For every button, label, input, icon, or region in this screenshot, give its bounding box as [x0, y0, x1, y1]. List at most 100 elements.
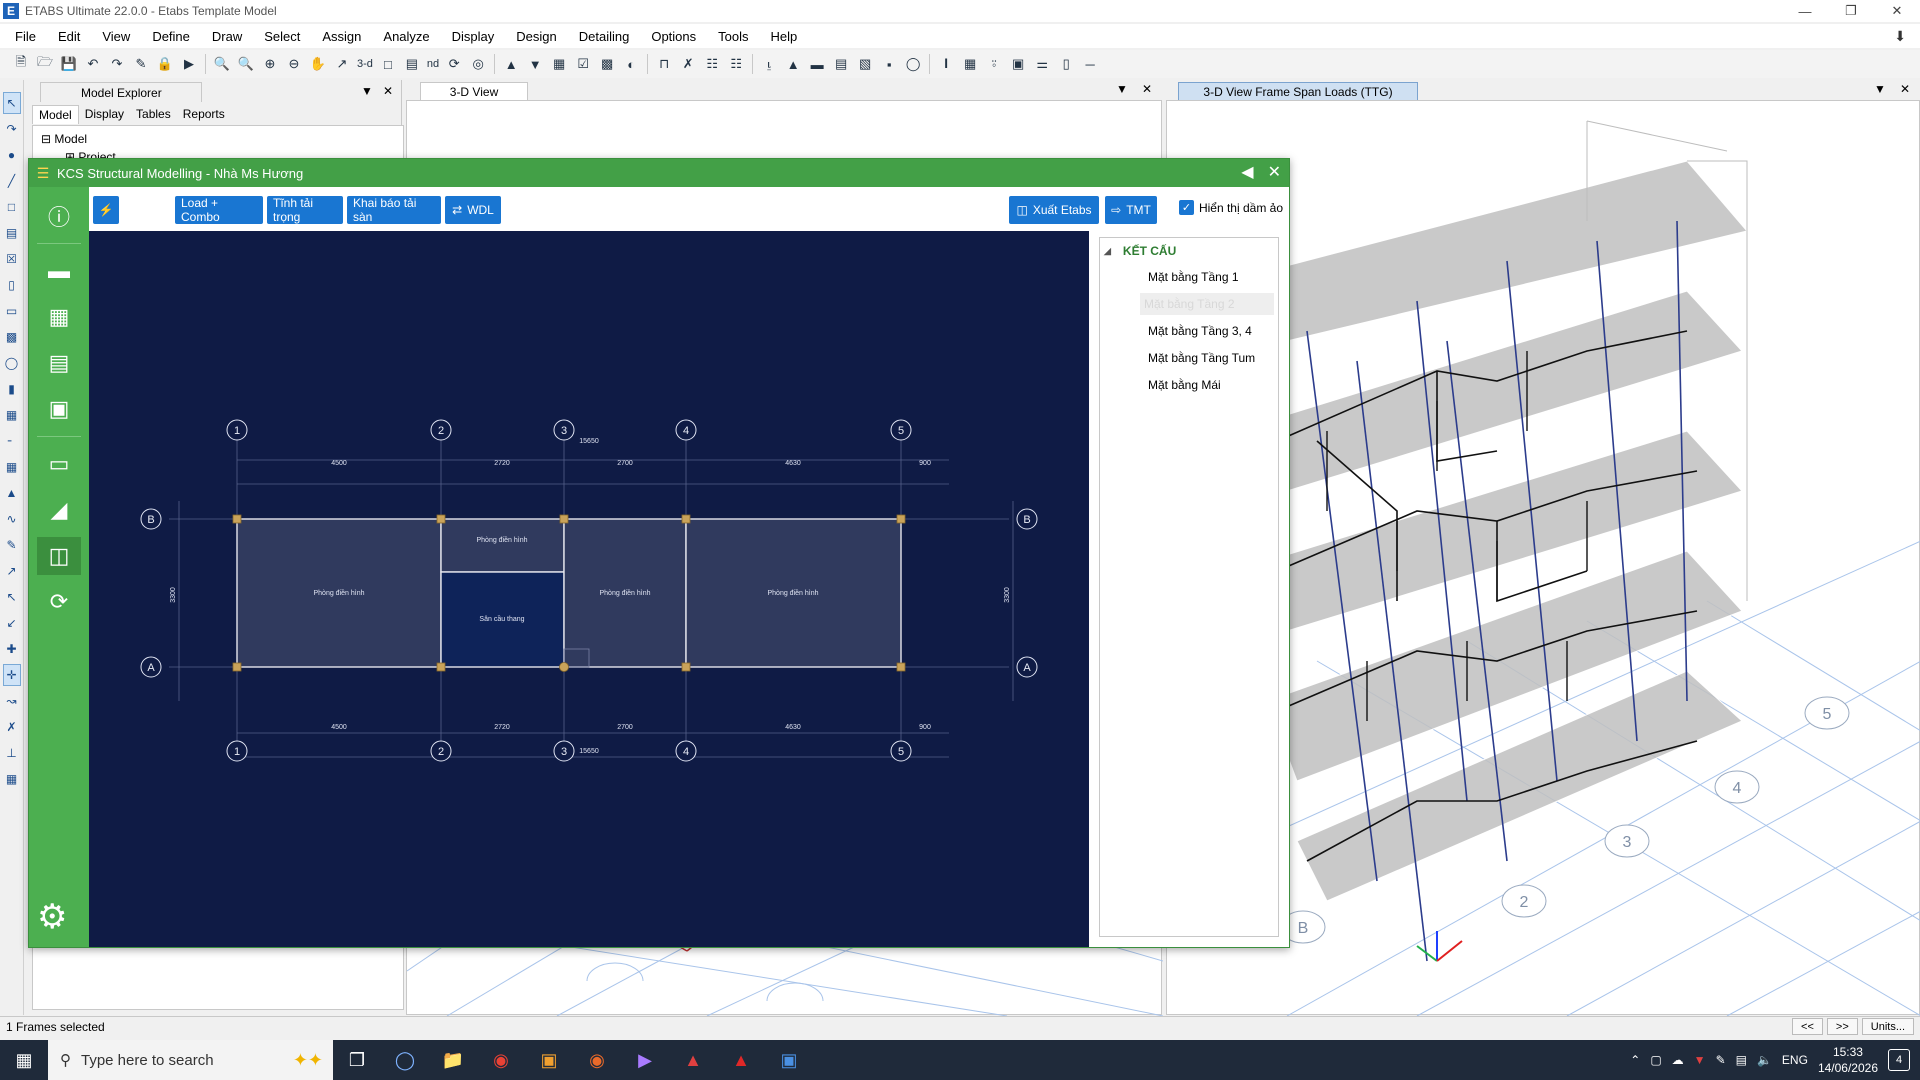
draw-dimension-icon[interactable]: ▪ [878, 53, 900, 75]
tree-item-floor[interactable]: Mặt bằng Tầng 3, 4 [1144, 320, 1274, 342]
draw-opening-left-icon[interactable]: ▦ [3, 404, 21, 426]
open-model-icon[interactable]: 🗁 [34, 53, 56, 75]
draw-beams-icon[interactable]: ☷ [725, 53, 747, 75]
windows-start-icon[interactable]: ▦ [0, 1040, 48, 1080]
draw-curve-icon[interactable]: ∿ [3, 508, 21, 530]
snap-intersection-icon[interactable]: ✛ [2, 664, 21, 686]
tray-app-icon[interactable]: ▢ [1650, 1053, 1661, 1067]
snap-perpendicular-icon[interactable]: ⊥ [3, 742, 21, 764]
reshape-icon[interactable]: ↷ [3, 118, 21, 140]
display-options-icon[interactable]: ◐ [620, 53, 642, 75]
menu-define[interactable]: Define [141, 29, 201, 44]
floor-plan-canvas[interactable]: Phòng điền hình Phòng điền hình Sân cầu … [89, 231, 1089, 947]
zoom-restore-icon[interactable]: 🔍 [235, 53, 257, 75]
menu-help[interactable]: Help [760, 29, 809, 44]
perspective-icon[interactable]: ◎ [467, 53, 489, 75]
view-dropdown-icon[interactable]: ▼ [1116, 82, 1128, 96]
clock[interactable]: 15:33 14/06/2026 [1818, 1044, 1878, 1076]
prev-button[interactable]: << [1792, 1018, 1823, 1035]
checkbox-checked-icon[interactable]: ✓ [1178, 200, 1194, 215]
move-up-icon[interactable]: ▲ [500, 53, 522, 75]
tree-root-ket-cau[interactable]: ◢ KẾT CẤU [1104, 244, 1274, 258]
snap-grid-icon[interactable]: ▦ [3, 768, 21, 790]
quick-draw-icon[interactable]: ✗ [677, 53, 699, 75]
next-button[interactable]: >> [1826, 1018, 1858, 1035]
draw-dimension-left-icon[interactable]: ✎ [3, 534, 21, 556]
show-forces-icon[interactable]: ─ [1079, 53, 1101, 75]
load-pattern-icon[interactable]: ⍤ [983, 53, 1005, 75]
composite-design-icon[interactable]: ▯ [1055, 53, 1077, 75]
draw-grid-icon[interactable]: ▦ [3, 456, 21, 478]
pointer-icon[interactable]: ↗ [331, 53, 353, 75]
menu-draw[interactable]: Draw [201, 29, 253, 44]
frame-section-icon[interactable]: ▦ [959, 53, 981, 75]
language-indicator[interactable]: ENG [1782, 1053, 1808, 1067]
select-pointer-icon[interactable]: ↖ [2, 92, 21, 114]
tab-3d-frame-span-loads[interactable]: 3-D View Frame Span Loads (TTG) [1178, 82, 1418, 100]
app-icon-sphere[interactable]: ◉ [573, 1040, 621, 1080]
floors-icon[interactable]: ▤ [37, 344, 81, 382]
move-down-icon[interactable]: ▼ [524, 53, 546, 75]
lightning-button[interactable]: ⚡ [93, 196, 119, 224]
khai-bao-tai-san-button[interactable]: Khai báo tải sàn [347, 196, 441, 224]
menu-assign[interactable]: Assign [311, 29, 372, 44]
settings-gear-icon[interactable]: ⚙ [37, 897, 67, 937]
redo-icon[interactable]: ↷ [106, 53, 128, 75]
load-combo-button[interactable]: Load + Combo [175, 196, 263, 224]
layout-icon[interactable]: ▣ [37, 390, 81, 428]
tree-item-floor-selected[interactable]: Mặt bằng Tầng 2 [1140, 293, 1274, 315]
slab-icon[interactable]: ▬ [37, 252, 81, 290]
menu-display[interactable]: Display [441, 29, 506, 44]
menu-analyze[interactable]: Analyze [372, 29, 440, 44]
draw-floor-icon[interactable]: ▬ [806, 53, 828, 75]
menu-select[interactable]: Select [253, 29, 311, 44]
kcs-close-icon[interactable]: ✕ [1268, 162, 1281, 182]
view-right-dropdown-icon[interactable]: ▼ [1874, 82, 1886, 96]
tinh-tai-trong-button[interactable]: Tĩnh tải trọng [267, 196, 343, 224]
info-icon[interactable]: ⓘ [37, 197, 81, 235]
plan-view-icon[interactable]: □ [377, 53, 399, 75]
menu-file[interactable]: File [4, 29, 47, 44]
pan-icon[interactable]: ✋ [307, 53, 329, 75]
tmt-button[interactable]: ⇨ TMT [1105, 196, 1157, 224]
draw-frame-left-icon[interactable]: □ [3, 196, 21, 218]
draw-columns-icon[interactable]: ☷ [701, 53, 723, 75]
tray-chevron-icon[interactable]: ⌃ [1630, 1053, 1640, 1067]
lock-icon[interactable]: 🔒 [154, 53, 176, 75]
close-icon[interactable]: ✕ [1874, 0, 1920, 22]
draw-area-icon[interactable]: ▯ [3, 274, 21, 296]
draw-joint-icon[interactable]: ● [3, 144, 21, 166]
visual-studio-icon[interactable]: ▶ [621, 1040, 669, 1080]
xuat-etabs-button[interactable]: ◫ Xuất Etabs [1009, 196, 1099, 224]
foundation-icon[interactable]: ◢ [37, 491, 81, 529]
steel-design-icon[interactable]: ▣ [1007, 53, 1029, 75]
pane-dropdown-icon[interactable]: ▼ [361, 84, 373, 98]
tree-item-floor[interactable]: Mặt bằng Tầng 1 [1144, 266, 1274, 288]
save-icon[interactable]: 💾 [58, 53, 80, 75]
view-3d-button[interactable]: 3-d [355, 58, 375, 70]
view-right-close-icon[interactable]: ✕ [1900, 82, 1910, 96]
undo-icon[interactable]: ↶ [82, 53, 104, 75]
view-nd-button[interactable]: nd [425, 58, 441, 70]
draw-reference-icon[interactable]: ◯ [902, 53, 924, 75]
set-building-view-icon[interactable]: ▩ [596, 53, 618, 75]
draw-wall-icon[interactable]: ▲ [782, 53, 804, 75]
snap-icon[interactable]: ✚ [3, 638, 21, 660]
volume-icon[interactable]: 🔈 [1757, 1053, 1772, 1067]
pane-close-icon[interactable]: ✕ [383, 84, 393, 98]
run-analysis-icon[interactable]: ▶ [178, 53, 200, 75]
restore-icon[interactable]: ❐ [1828, 0, 1874, 22]
tab-tables[interactable]: Tables [130, 105, 177, 124]
app-icon-orange[interactable]: ▣ [525, 1040, 573, 1080]
hamburger-icon[interactable]: ☰ [29, 165, 57, 182]
draw-opening-icon[interactable]: ▤ [830, 53, 852, 75]
menu-detailing[interactable]: Detailing [568, 29, 641, 44]
zoom-out-icon[interactable]: ⊖ [283, 53, 305, 75]
select-all-icon[interactable]: ↗ [3, 560, 21, 582]
tray-v-icon[interactable]: ▼ [1694, 1053, 1706, 1067]
draw-wall-left-icon[interactable]: ▮ [3, 378, 21, 400]
beam-icon[interactable]: ▭ [37, 445, 81, 483]
zoom-window-icon[interactable]: 🔍 [211, 53, 233, 75]
download-icon[interactable]: ⬇ [1894, 28, 1906, 45]
draw-line-icon[interactable]: ╱ [3, 170, 21, 192]
